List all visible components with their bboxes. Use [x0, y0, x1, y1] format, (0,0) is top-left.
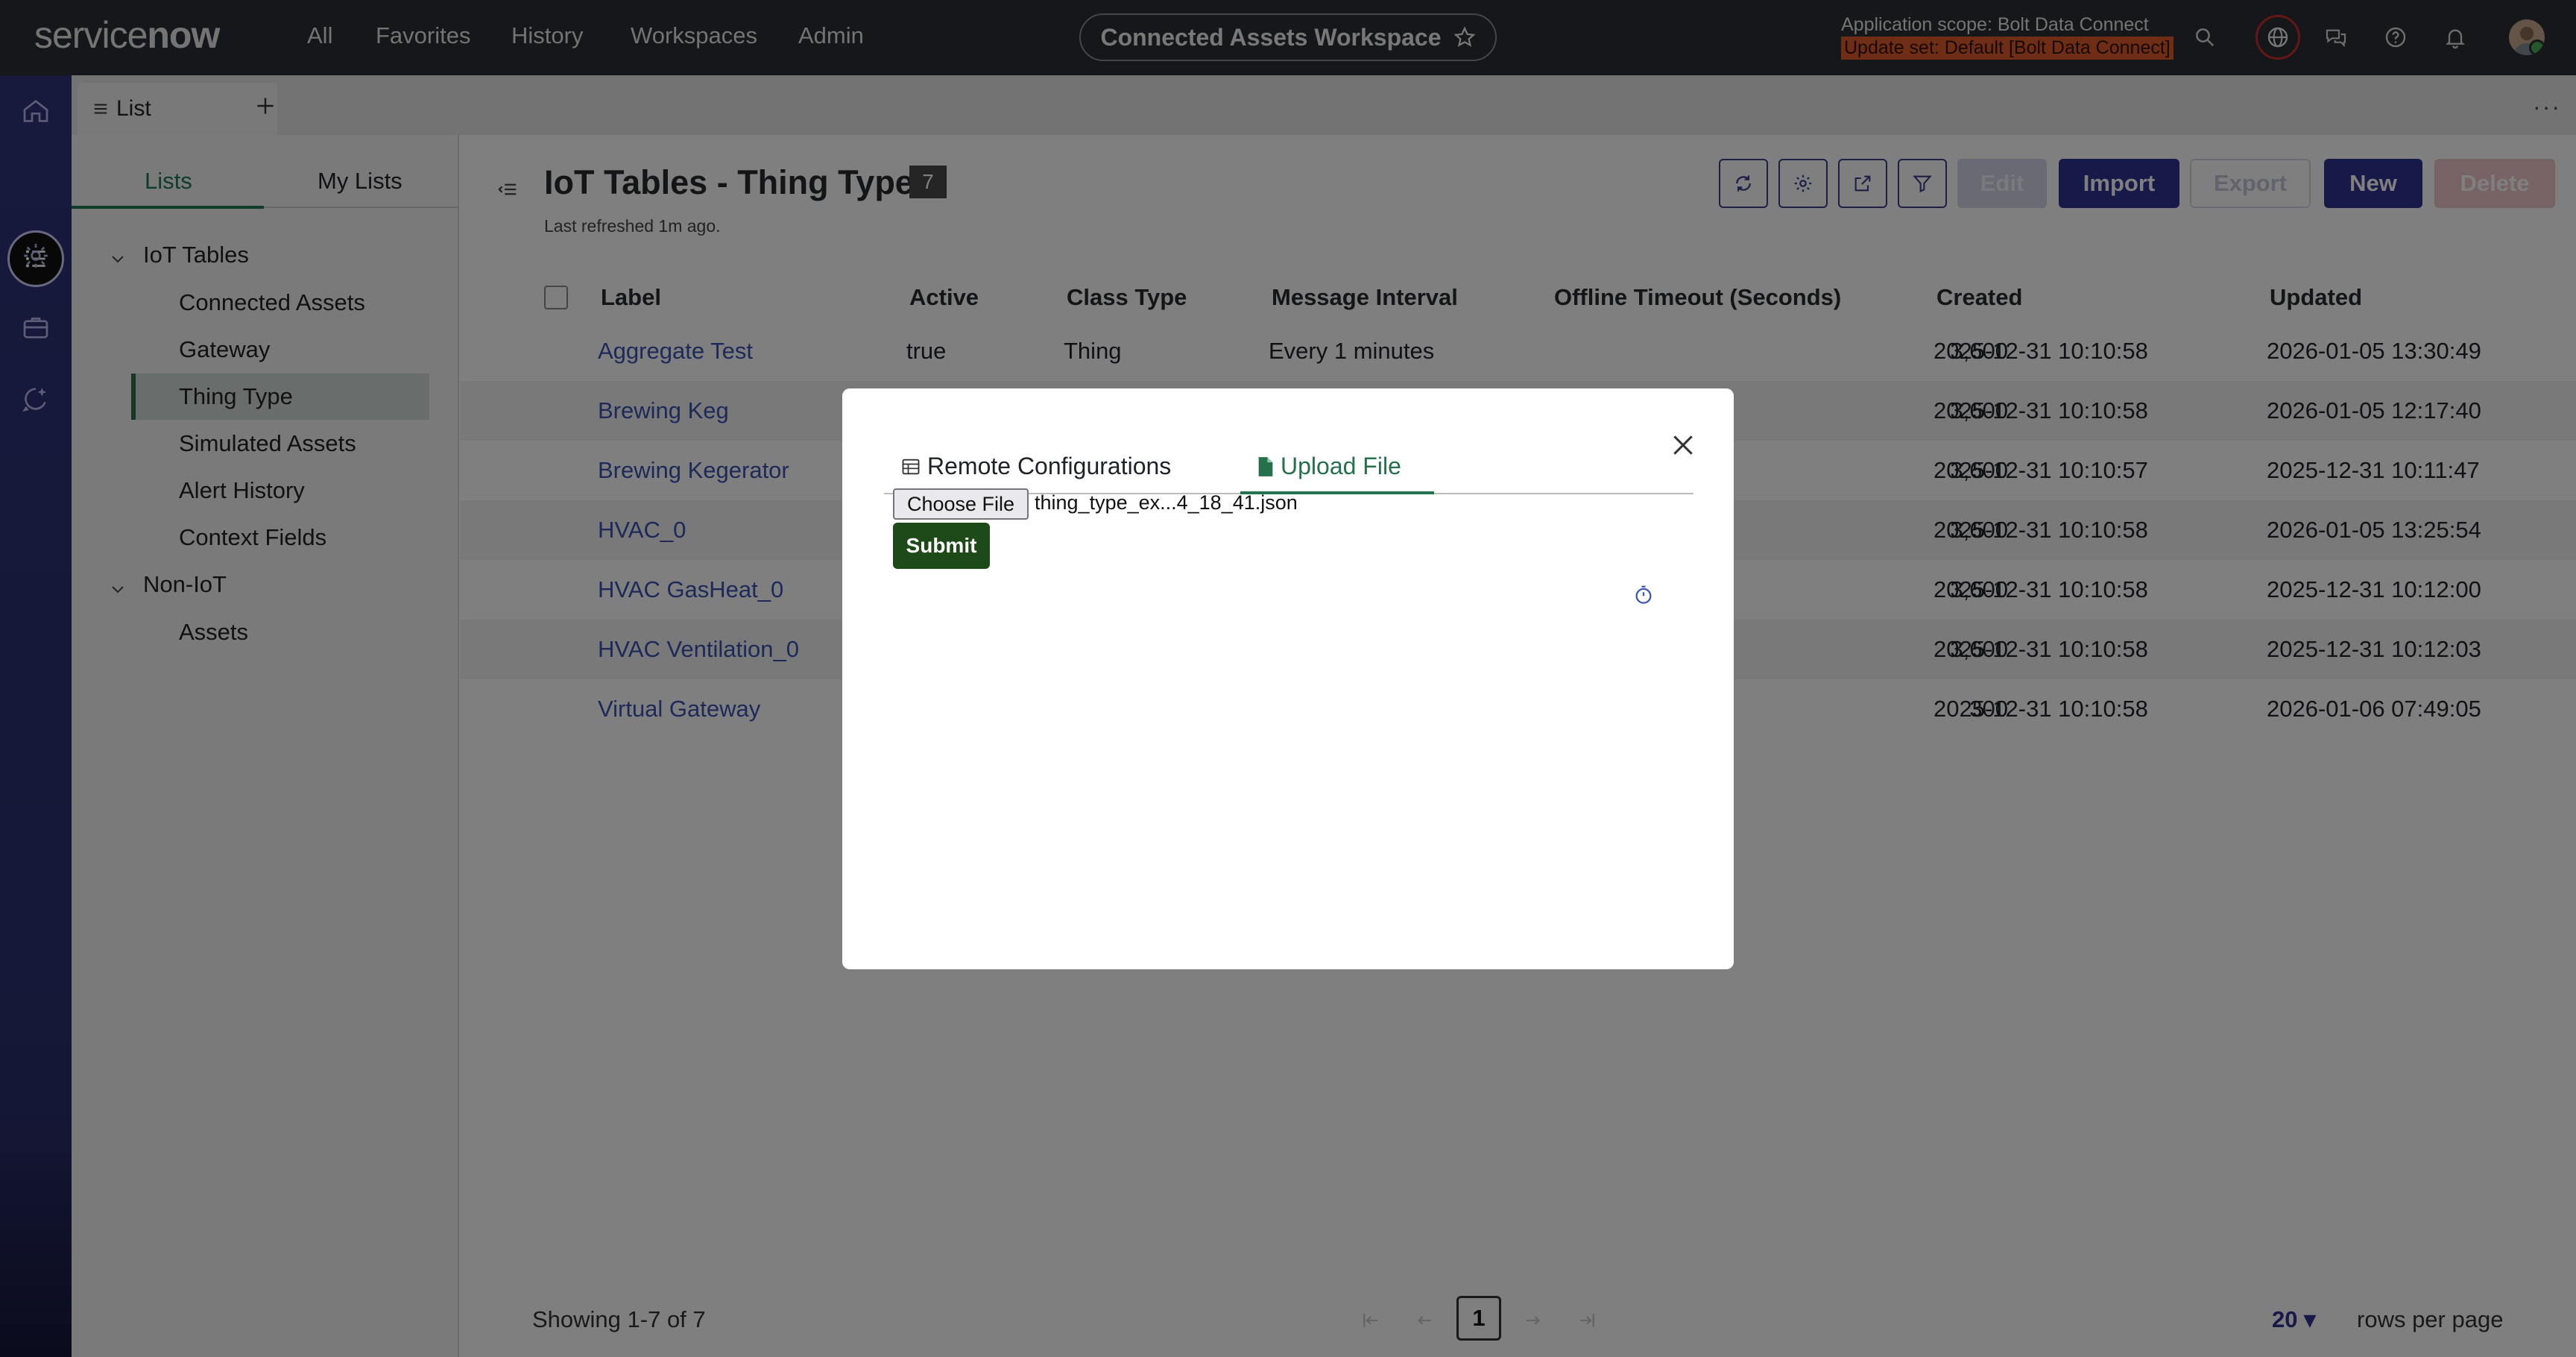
submit-button[interactable]: Submit	[893, 523, 990, 569]
tab-remote-configurations-label: Remote Configurations	[927, 453, 1172, 479]
table-icon	[902, 459, 920, 474]
tab-remote-configurations[interactable]: Remote Configurations	[900, 453, 1171, 480]
modal-tabs: Remote Configurations Upload File	[884, 433, 1693, 494]
tab-upload-file[interactable]: Upload File	[1257, 453, 1401, 480]
timer-icon	[1635, 585, 1652, 604]
selected-file-name: thing_type_ex...4_18_41.json	[1035, 491, 1298, 514]
tab-upload-file-label: Upload File	[1281, 453, 1401, 479]
upload-modal: Remote Configurations Upload File Choose…	[842, 388, 1734, 969]
file-icon	[1258, 456, 1273, 476]
choose-file-button[interactable]: Choose File	[893, 488, 1029, 520]
close-icon[interactable]	[1662, 424, 1704, 466]
